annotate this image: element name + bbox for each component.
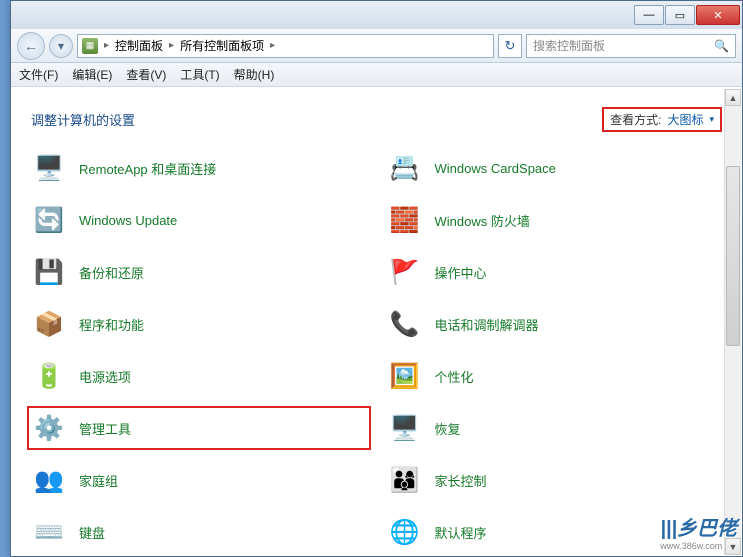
menu-help[interactable]: 帮助(H)	[234, 66, 275, 83]
menu-tools[interactable]: 工具(T)	[180, 66, 219, 83]
item-homegroup[interactable]: 👥 家庭组	[31, 462, 367, 498]
control-panel-window: — ▭ ✕ ← ▾ ▦ ▸ 控制面板 ▸ 所有控制面板项 ▸ ↻ 搜索控制面板 …	[10, 0, 743, 557]
watermark: |||乡巴佬 www.386w.com	[660, 512, 737, 551]
item-firewall[interactable]: 🧱 Windows 防火墙	[387, 202, 723, 238]
item-label: 管理工具	[79, 419, 131, 438]
close-button[interactable]: ✕	[696, 5, 740, 25]
programs-icon: 📦	[31, 306, 67, 342]
back-button[interactable]: ←	[17, 32, 45, 60]
content-area: 调整计算机的设置 查看方式: 大图标 ▾ 🖥️ RemoteApp 和桌面连接 📇…	[11, 89, 742, 556]
item-label: 电话和调制解调器	[435, 315, 539, 334]
page-title: 调整计算机的设置	[31, 110, 135, 129]
recovery-icon: 🖥️	[387, 410, 423, 446]
item-cardspace[interactable]: 📇 Windows CardSpace	[387, 150, 723, 186]
content-header: 调整计算机的设置 查看方式: 大图标 ▾	[31, 107, 722, 132]
item-admin-tools[interactable]: ⚙️ 管理工具	[27, 406, 371, 450]
titlebar: — ▭ ✕	[11, 1, 742, 29]
item-label: Windows Update	[79, 213, 177, 228]
menu-file[interactable]: 文件(F)	[19, 66, 58, 83]
forward-dropdown[interactable]: ▾	[49, 34, 73, 58]
item-label: 恢复	[435, 419, 461, 438]
menu-bar: 文件(F) 编辑(E) 查看(V) 工具(T) 帮助(H)	[11, 63, 742, 87]
view-mode-value: 大图标	[667, 111, 703, 128]
item-action-center[interactable]: 🚩 操作中心	[387, 254, 723, 290]
chevron-right-icon: ▸	[104, 40, 109, 51]
item-windows-update[interactable]: 🔄 Windows Update	[31, 202, 367, 238]
item-label: 键盘	[79, 523, 105, 542]
power-icon: 🔋	[31, 358, 67, 394]
item-backup[interactable]: 💾 备份和还原	[31, 254, 367, 290]
item-label: RemoteApp 和桌面连接	[79, 159, 216, 178]
update-icon: 🔄	[31, 202, 67, 238]
backup-icon: 💾	[31, 254, 67, 290]
chevron-right-icon: ▸	[270, 40, 275, 51]
item-label: Windows CardSpace	[435, 161, 556, 176]
item-label: Windows 防火墙	[435, 211, 530, 230]
parental-icon: 👨‍👩‍👦	[387, 462, 423, 498]
watermark-text: 乡巴佬	[677, 518, 737, 540]
item-personalization[interactable]: 🖼️ 个性化	[387, 358, 723, 394]
item-label: 家长控制	[435, 471, 487, 490]
refresh-button[interactable]: ↻	[498, 34, 522, 58]
item-parental[interactable]: 👨‍👩‍👦 家长控制	[387, 462, 723, 498]
item-label: 家庭组	[79, 471, 118, 490]
minimize-button[interactable]: —	[634, 5, 664, 25]
control-panel-icon: ▦	[82, 38, 98, 54]
menu-edit[interactable]: 编辑(E)	[72, 66, 112, 83]
item-programs[interactable]: 📦 程序和功能	[31, 306, 367, 342]
dropdown-arrow-icon: ▾	[709, 114, 714, 125]
view-mode-label: 查看方式:	[610, 111, 661, 128]
scroll-thumb[interactable]	[726, 166, 740, 346]
item-remoteapp[interactable]: 🖥️ RemoteApp 和桌面连接	[31, 150, 367, 186]
chevron-right-icon: ▸	[169, 40, 174, 51]
navigation-bar: ← ▾ ▦ ▸ 控制面板 ▸ 所有控制面板项 ▸ ↻ 搜索控制面板 🔍	[11, 29, 742, 63]
personalization-icon: 🖼️	[387, 358, 423, 394]
search-input[interactable]: 搜索控制面板 🔍	[526, 34, 736, 58]
admin-tools-icon: ⚙️	[31, 410, 67, 446]
item-keyboard[interactable]: ⌨️ 键盘	[31, 514, 367, 550]
watermark-url: www.386w.com	[660, 541, 737, 551]
homegroup-icon: 👥	[31, 462, 67, 498]
item-label: 备份和还原	[79, 263, 144, 282]
default-programs-icon: 🌐	[387, 514, 423, 550]
search-placeholder: 搜索控制面板	[533, 37, 605, 54]
scroll-up-button[interactable]: ▲	[725, 89, 741, 106]
remoteapp-icon: 🖥️	[31, 150, 67, 186]
item-recovery[interactable]: 🖥️ 恢复	[387, 410, 723, 446]
item-label: 默认程序	[435, 523, 487, 542]
firewall-icon: 🧱	[387, 202, 423, 238]
item-label: 程序和功能	[79, 315, 144, 334]
keyboard-icon: ⌨️	[31, 514, 67, 550]
search-icon: 🔍	[714, 39, 729, 53]
view-mode-selector[interactable]: 查看方式: 大图标 ▾	[602, 107, 722, 132]
flag-icon: 🚩	[387, 254, 423, 290]
item-phone-modem[interactable]: 📞 电话和调制解调器	[387, 306, 723, 342]
item-label: 电源选项	[79, 367, 131, 386]
item-power[interactable]: 🔋 电源选项	[31, 358, 367, 394]
scroll-track[interactable]	[725, 106, 741, 538]
address-bar[interactable]: ▦ ▸ 控制面板 ▸ 所有控制面板项 ▸	[77, 34, 494, 58]
breadcrumb-item[interactable]: 控制面板	[115, 37, 163, 54]
breadcrumb-item[interactable]: 所有控制面板项	[180, 37, 264, 54]
maximize-button[interactable]: ▭	[665, 5, 695, 25]
item-label: 操作中心	[435, 263, 487, 282]
item-label: 个性化	[435, 367, 474, 386]
menu-view[interactable]: 查看(V)	[126, 66, 166, 83]
vertical-scrollbar[interactable]: ▲ ▼	[724, 89, 741, 555]
items-grid: 🖥️ RemoteApp 和桌面连接 📇 Windows CardSpace 🔄 Wi…	[31, 150, 722, 550]
cardspace-icon: 📇	[387, 150, 423, 186]
phone-icon: 📞	[387, 306, 423, 342]
